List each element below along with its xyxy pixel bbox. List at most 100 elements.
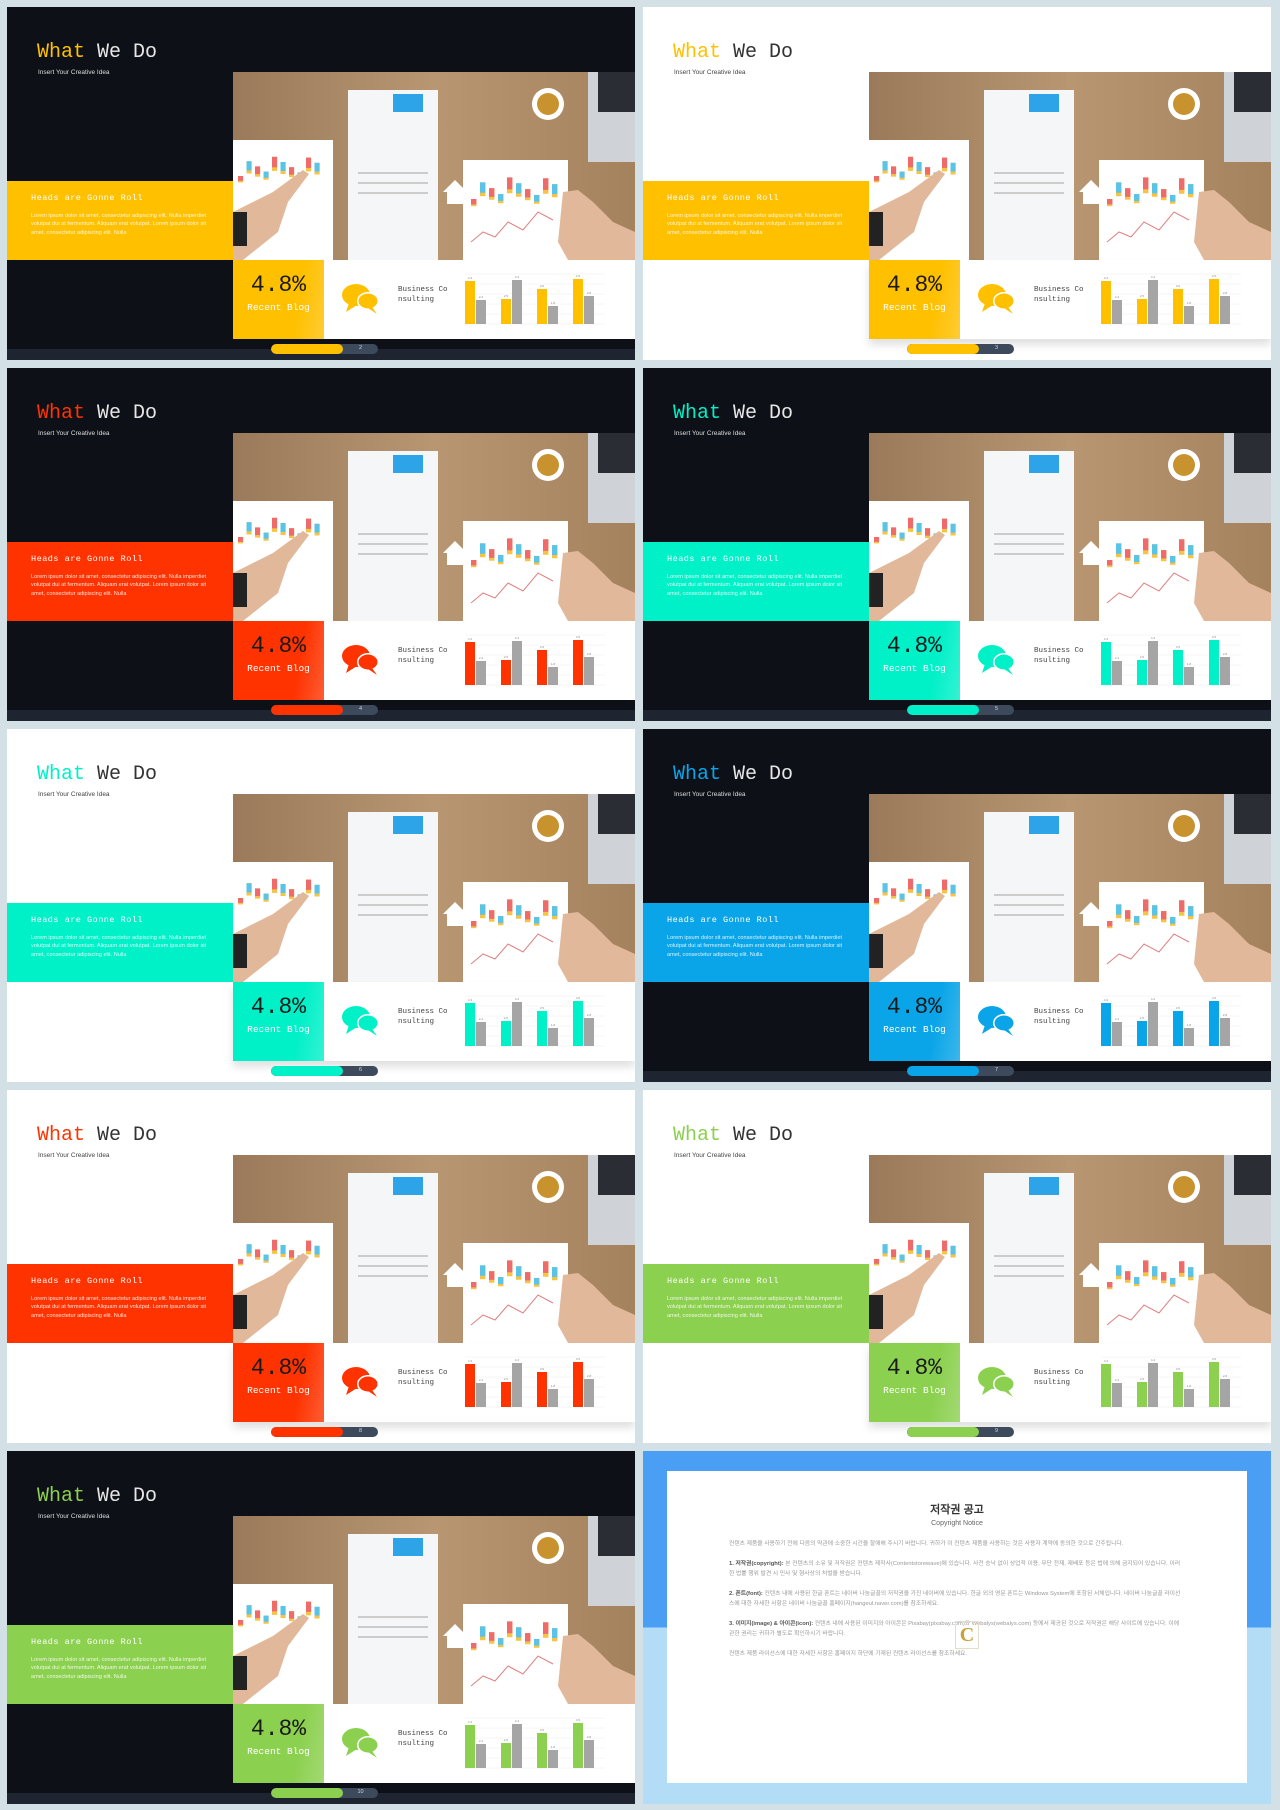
item-head: 2. 폰트(font): [729, 1591, 763, 1597]
data-label: 2.4 [1115, 1378, 1120, 1382]
page-indicator[interactable]: 4 [271, 705, 378, 715]
data-label: 2.4 [1115, 1017, 1120, 1021]
stat-value: 4.8% [886, 633, 943, 659]
data-label: 3.5 [540, 1367, 545, 1371]
data-label: 1.8 [551, 1023, 556, 1027]
photo-bar [1152, 1266, 1158, 1277]
data-label: 3.5 [540, 1006, 545, 1010]
photo-bar [516, 544, 522, 555]
data-label: 4.3 [468, 637, 473, 641]
photo-bar [942, 1240, 948, 1251]
item-head: 3. 이미지(image) & 아이콘(icon): [729, 1621, 814, 1627]
stat-box: 4.8% Recent Blog [869, 1343, 960, 1422]
title-accent: What [37, 41, 86, 64]
photo-bar [280, 162, 286, 171]
brand-logo: C [955, 1621, 979, 1649]
bar-series2-2 [512, 1363, 522, 1407]
title-accent: What [37, 402, 86, 425]
chat-bubbles-icon [978, 645, 1015, 675]
page-indicator[interactable]: 7 [907, 1066, 1014, 1076]
data-label: 2.4 [1115, 295, 1120, 299]
photo-bar [1116, 1265, 1122, 1276]
office-desk-photo [233, 433, 635, 621]
bar-chart: 4.3 2.4 2.5 4.4 3.5 1.8 4.5 2.8 [465, 1356, 605, 1408]
title-rest: We Do [85, 402, 158, 425]
bar-series2-2 [512, 280, 522, 324]
slide-3[interactable]: What We Do Insert Your Creative Idea Hea… [643, 7, 1271, 360]
photo-bar [480, 904, 486, 915]
slide-6[interactable]: What We Do Insert Your Creative Idea Hea… [7, 729, 635, 1082]
data-label: 4.3 [468, 1720, 473, 1724]
photo-bar [507, 538, 513, 551]
photo-bar [263, 893, 269, 900]
data-label: 4.4 [515, 636, 520, 640]
report-paper [348, 812, 438, 982]
slide-title: What We Do [37, 1124, 157, 1147]
bar-series1-1 [465, 281, 475, 324]
watch [233, 573, 247, 607]
page-indicator[interactable]: 5 [907, 705, 1014, 715]
copyright-slide[interactable]: 저작권 공고 Copyright Notice 컨텐츠 제품을 사용하기 전에 … [643, 1451, 1271, 1804]
data-label: 2.8 [587, 652, 592, 656]
stat-box: 4.8% Recent Blog [869, 621, 960, 700]
watch [869, 934, 883, 968]
photo-bar [516, 183, 522, 194]
band-heading: Heads are Gonne Roll [31, 915, 144, 925]
photo-bar [1188, 906, 1194, 917]
bar-series1-1 [1101, 1364, 1111, 1407]
slide-2[interactable]: What We Do Insert Your Creative Idea Hea… [7, 7, 635, 360]
photo-bar [314, 884, 320, 894]
copyright-item-2: 2. 폰트(font): 컨텐츠 내에 사용된 한글 폰트는 네이버 나눔글꼴의… [729, 1589, 1185, 1609]
page-progress [907, 705, 979, 715]
slide-title: What We Do [673, 41, 793, 64]
slide-8[interactable]: What We Do Insert Your Creative Idea Hea… [7, 1090, 635, 1443]
copyright-intro: 컨텐츠 제품을 사용하기 전에 다음의 약관에 소중한 시간을 할애해 주시기 … [729, 1541, 1124, 1547]
photo-bar [263, 171, 269, 178]
service-label: Business Consulting [1034, 1008, 1084, 1026]
stat-label: Recent Blog [247, 663, 310, 674]
photo-bar [246, 883, 252, 893]
bar-series2-4 [1220, 296, 1230, 324]
slide-7[interactable]: What We Do Insert Your Creative Idea Hea… [643, 729, 1271, 1082]
band-heading: Heads are Gonne Roll [667, 915, 780, 925]
slide-9[interactable]: What We Do Insert Your Creative Idea Hea… [643, 1090, 1271, 1443]
band-text: Lorem ipsum dolor sit amet, consectetur … [31, 935, 207, 958]
bar-series1-4 [1209, 279, 1219, 324]
bar-series1-2 [501, 1021, 511, 1046]
page-number: 8 [358, 1428, 363, 1434]
data-label: 1.8 [551, 1745, 556, 1749]
title-accent: What [37, 1485, 86, 1508]
page-indicator[interactable]: 10 [271, 1788, 378, 1798]
page-number: 7 [994, 1067, 999, 1073]
page-indicator[interactable]: 3 [907, 344, 1014, 354]
page-indicator[interactable]: 9 [907, 1427, 1014, 1437]
accent-band: Heads are Gonne Roll Lorem ipsum dolor s… [7, 1264, 233, 1343]
slide-10[interactable]: What We Do Insert Your Creative Idea Hea… [7, 1451, 635, 1804]
photo-bar [899, 171, 905, 178]
photo-bar [507, 1260, 513, 1273]
page-number: 5 [994, 706, 999, 712]
page-indicator[interactable]: 6 [271, 1066, 378, 1076]
item-text: 컨텐츠 내에 사용된 한글 폰트는 네이버 나눔글꼴의 저작권을 가진 네이버에… [729, 1591, 1181, 1607]
data-label: 2.5 [1140, 1377, 1145, 1381]
chat-bubbles-icon [978, 1006, 1015, 1036]
band-heading: Heads are Gonne Roll [667, 193, 780, 203]
slide-4[interactable]: What We Do Insert Your Creative Idea Hea… [7, 368, 635, 721]
bar-series1-4 [573, 1001, 583, 1046]
title-rest: We Do [721, 402, 794, 425]
page-indicator[interactable]: 2 [271, 344, 378, 354]
bar-series2-4 [584, 1740, 594, 1768]
photo-bar [882, 161, 888, 171]
bar-series1-2 [1137, 1382, 1147, 1407]
photo-bar [255, 527, 261, 536]
bar-series2-2 [1148, 280, 1158, 324]
data-label: 2.8 [1223, 291, 1228, 295]
slide-5[interactable]: What We Do Insert Your Creative Idea Hea… [643, 368, 1271, 721]
photo-bar [925, 528, 931, 536]
photo-bar [238, 176, 244, 181]
bar-series1-4 [1209, 1362, 1219, 1407]
photo-bar [272, 156, 278, 168]
bar-series2-4 [1220, 657, 1230, 685]
page-indicator[interactable]: 8 [271, 1427, 378, 1437]
photo-bar [1179, 539, 1185, 551]
